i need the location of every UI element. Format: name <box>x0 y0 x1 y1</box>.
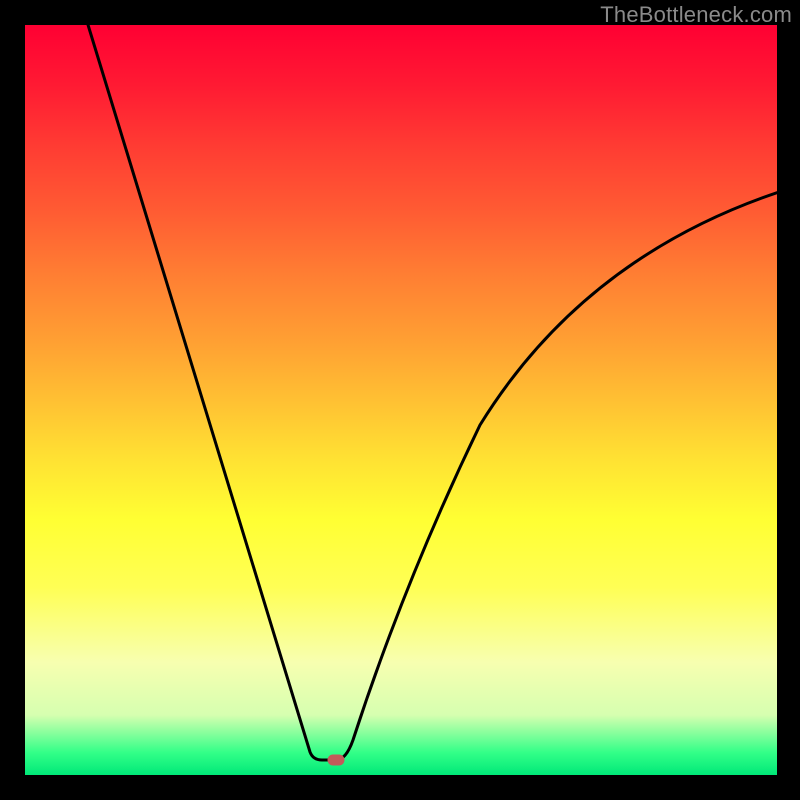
plot-area <box>25 25 777 775</box>
bottleneck-curve <box>25 25 777 775</box>
chart-frame: TheBottleneck.com <box>0 0 800 800</box>
curve-left-branch <box>85 25 336 760</box>
curve-right-branch <box>336 190 777 760</box>
watermark-text: TheBottleneck.com <box>600 2 792 28</box>
optimal-point-marker <box>328 755 345 766</box>
